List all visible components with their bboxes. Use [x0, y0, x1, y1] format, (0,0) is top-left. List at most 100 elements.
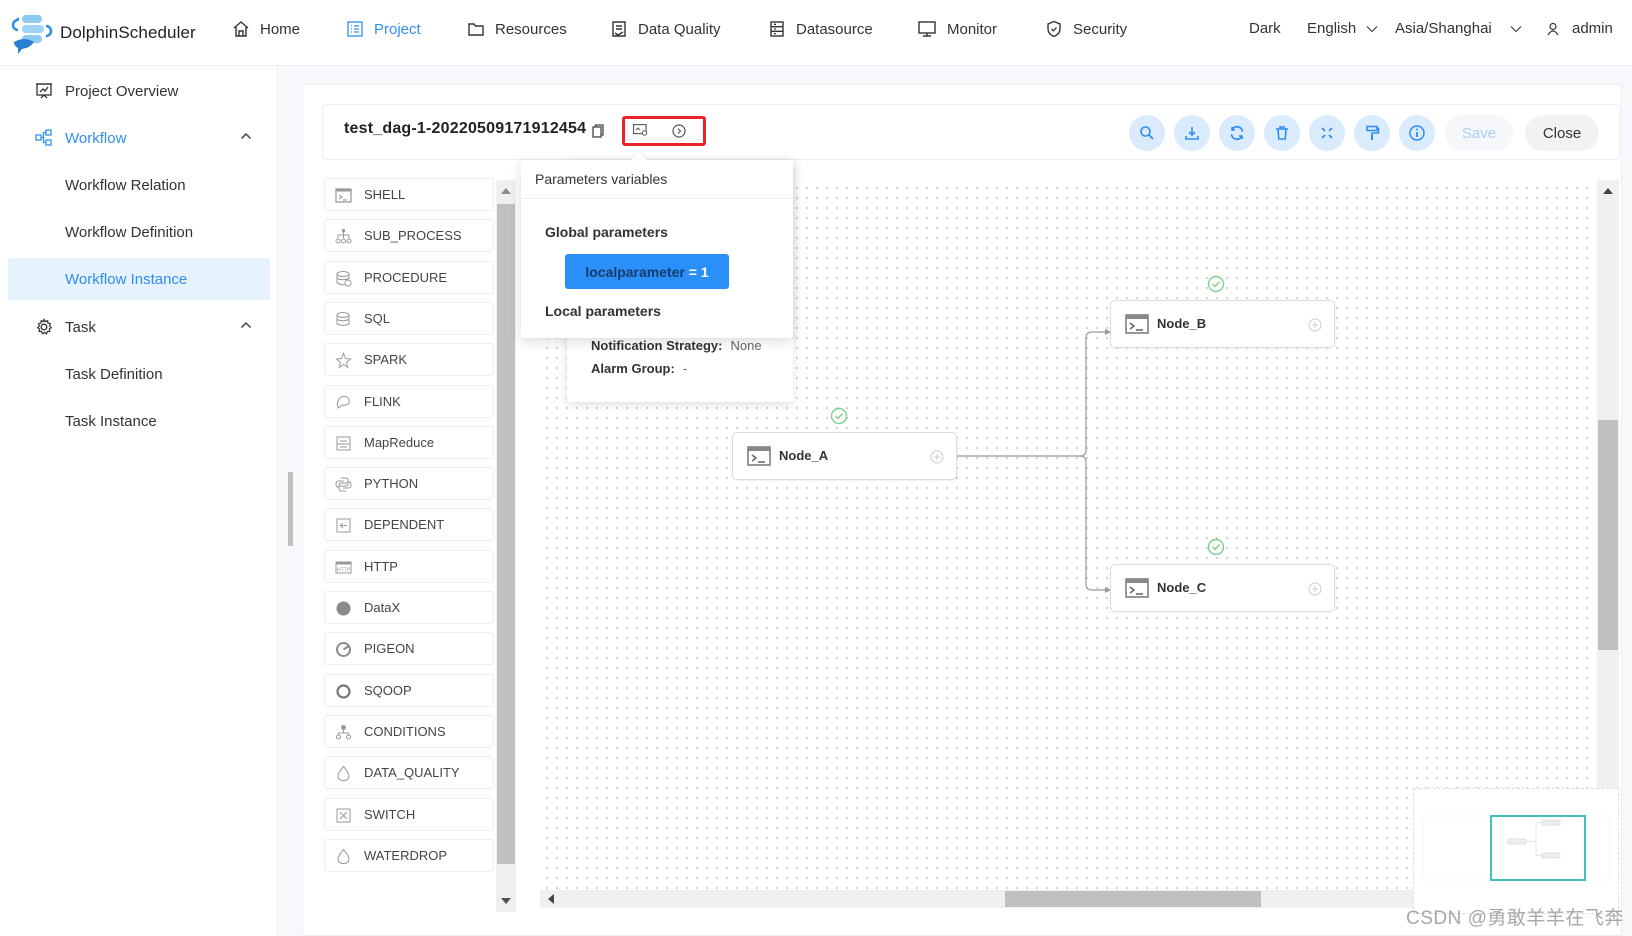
sidebar-item-label: Workflow Relation: [65, 176, 186, 194]
sidebar-item-workflow-definition[interactable]: Workflow Definition: [8, 211, 270, 253]
sidebar: Project Overview Workflow Workflow Relat…: [0, 66, 278, 936]
task-type-label: HTTP: [364, 558, 398, 574]
presentation-chart-icon: [36, 83, 52, 99]
scroll-up-arrow[interactable]: [501, 188, 511, 194]
user-name: admin: [1572, 20, 1613, 37]
horizontal-scroll-thumb[interactable]: [1005, 891, 1261, 907]
palette-scroll-thumb[interactable]: [497, 204, 515, 864]
data-quality-icon: [337, 765, 350, 782]
dag-node-b[interactable]: Node_B: [1110, 300, 1335, 348]
nav-datasource[interactable]: Datasource: [768, 20, 873, 38]
download-button[interactable]: [1174, 115, 1210, 151]
minimap-viewport[interactable]: [1490, 815, 1586, 881]
nav-resources[interactable]: Resources: [467, 20, 567, 38]
sidebar-group-workflow[interactable]: Workflow: [8, 117, 270, 159]
search-icon: [1140, 126, 1154, 140]
task-type-waterdrop[interactable]: WATERDROP: [324, 838, 494, 872]
nav-resources-label: Resources: [495, 20, 567, 38]
shield-icon: [1047, 20, 1061, 38]
sidebar-item-task-instance[interactable]: Task Instance: [8, 400, 270, 442]
task-type-spark[interactable]: SPARK: [324, 343, 494, 377]
logo[interactable]: DolphinScheduler: [10, 12, 196, 54]
task-type-conditions[interactable]: CONDITIONS: [324, 714, 494, 748]
folder-icon: [468, 23, 484, 36]
nav-security[interactable]: Security: [1045, 20, 1127, 38]
sidebar-group-task[interactable]: Task: [8, 306, 270, 348]
parameters-variables-icon[interactable]: [633, 124, 648, 136]
edge-a-c: [1079, 455, 1105, 591]
save-button[interactable]: Save: [1445, 115, 1513, 151]
sidebar-item-workflow-relation[interactable]: Workflow Relation: [8, 164, 270, 206]
nav-security-label: Security: [1073, 20, 1128, 38]
task-type-sqoop[interactable]: SQOOP: [324, 673, 494, 707]
task-type-label: SWITCH: [364, 806, 416, 822]
shell-icon: [1125, 578, 1149, 598]
nav-home[interactable]: Home: [232, 20, 300, 38]
sidebar-item-label: Task Definition: [65, 365, 163, 383]
fullscreen-button[interactable]: [1309, 115, 1345, 151]
task-type-sub-process[interactable]: SUB_PROCESS: [324, 219, 494, 253]
sidebar-item-project-overview[interactable]: Project Overview: [8, 70, 270, 112]
task-type-flink[interactable]: FLINK: [324, 384, 494, 418]
dag-node-c[interactable]: Node_C: [1110, 564, 1335, 612]
nav-data-quality[interactable]: Data Quality: [610, 20, 721, 38]
user-menu[interactable]: admin: [1546, 20, 1613, 37]
global-parameter-tag[interactable]: localparameter = 1: [565, 254, 729, 289]
nav-monitor[interactable]: Monitor: [917, 20, 997, 38]
timezone-select[interactable]: Asia/Shanghai: [1395, 20, 1522, 37]
task-type-python[interactable]: PYTHON: [324, 467, 494, 501]
task-type-http[interactable]: HTTP HTTP: [324, 549, 494, 583]
sidebar-resize-handle[interactable]: [288, 472, 293, 546]
format-button[interactable]: [1354, 115, 1390, 151]
info-button[interactable]: [1399, 115, 1435, 151]
chevron-up-icon: [240, 321, 252, 329]
global-parameters-heading: Global parameters: [545, 224, 668, 240]
vertical-scroll-thumb[interactable]: [1598, 420, 1618, 650]
add-circle-icon[interactable]: [930, 450, 944, 464]
theme-toggle[interactable]: Dark: [1249, 20, 1281, 37]
nav-project[interactable]: Project: [346, 20, 421, 38]
task-type-data-quality[interactable]: DATA_QUALITY: [324, 756, 494, 790]
sql-icon: [336, 311, 350, 326]
delete-button[interactable]: [1264, 115, 1300, 151]
success-status-icon: [1207, 275, 1225, 293]
sidebar-item-workflow-instance[interactable]: Workflow Instance: [8, 258, 270, 300]
startup-parameters-icon[interactable]: [672, 124, 686, 138]
pigeon-icon: [336, 642, 351, 658]
scroll-up-arrow[interactable]: [1603, 188, 1613, 194]
sidebar-item-label: Task: [65, 318, 96, 336]
top-nav: DolphinScheduler Home Project Resources …: [0, 0, 1632, 66]
canvas-vertical-scrollbar[interactable]: [1597, 180, 1619, 890]
chevron-up-icon: [240, 132, 252, 140]
switch-icon: [336, 808, 351, 822]
sidebar-item-task-definition[interactable]: Task Definition: [8, 353, 270, 395]
info-icon: [1409, 125, 1425, 141]
close-button[interactable]: Close: [1525, 115, 1599, 151]
refresh-button[interactable]: [1219, 115, 1255, 151]
task-type-shell[interactable]: SHELL: [324, 178, 494, 211]
add-circle-icon[interactable]: [1308, 318, 1322, 332]
copy-icon[interactable]: [592, 124, 604, 138]
add-circle-icon[interactable]: [1308, 582, 1322, 596]
task-type-mapreduce[interactable]: MapReduce: [324, 425, 494, 459]
task-type-pigeon[interactable]: PIGEON: [324, 632, 494, 666]
mapreduce-icon: [336, 436, 351, 451]
task-type-label: CONDITIONS: [364, 723, 446, 739]
info-label: Alarm Group:: [591, 361, 675, 376]
search-button[interactable]: [1129, 115, 1165, 151]
task-type-sql[interactable]: SQL: [324, 301, 494, 335]
datax-icon: [336, 601, 351, 616]
task-type-procedure[interactable]: PROCEDURE: [324, 260, 494, 294]
param-key: localparameter: [585, 263, 685, 280]
scroll-left-arrow[interactable]: [548, 894, 554, 904]
task-type-datax[interactable]: DataX: [324, 591, 494, 624]
task-type-label: SQOOP: [364, 682, 412, 698]
task-type-switch[interactable]: SWITCH: [324, 797, 494, 831]
language-select[interactable]: English: [1307, 20, 1378, 37]
palette-scrollbar[interactable]: [496, 180, 516, 912]
task-type-dependent[interactable]: DEPENDENT: [324, 508, 494, 542]
dag-node-a[interactable]: Node_A: [732, 432, 957, 480]
task-type-label: SUB_PROCESS: [364, 228, 462, 244]
scroll-down-arrow[interactable]: [501, 898, 511, 904]
download-icon: [1185, 127, 1199, 140]
